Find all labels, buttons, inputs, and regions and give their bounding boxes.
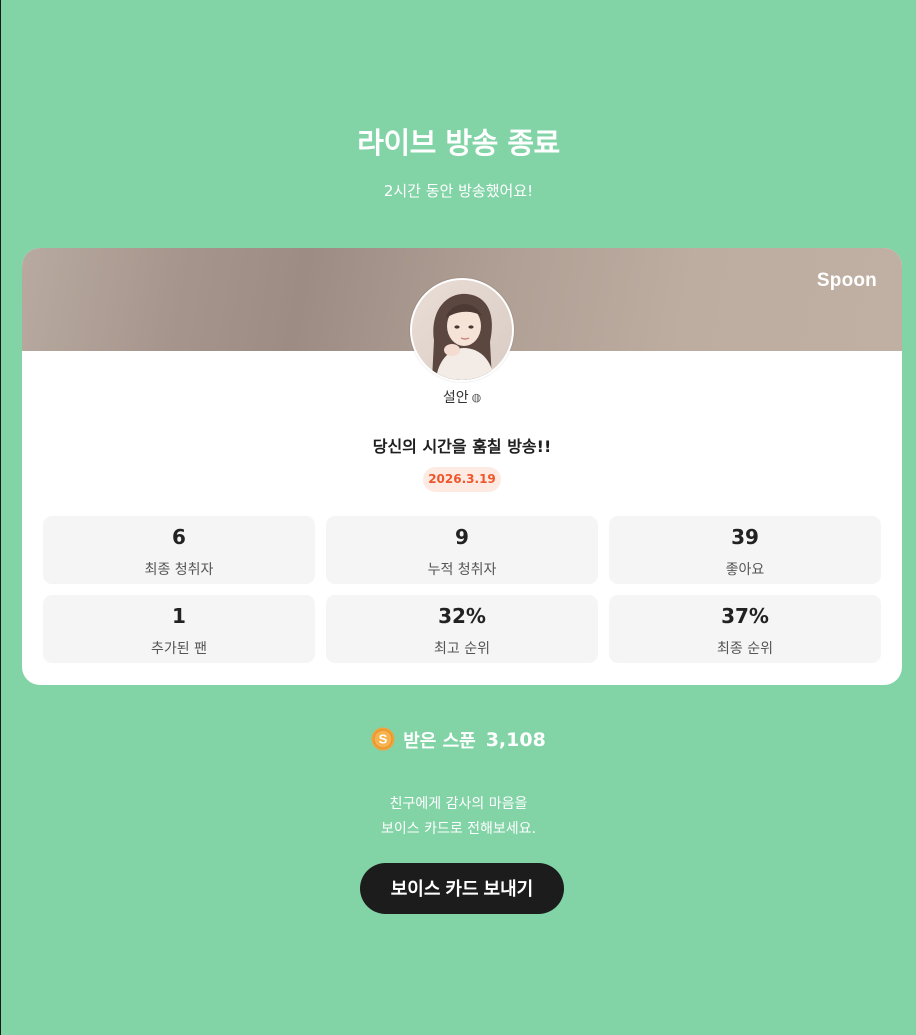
page-title: 라이브 방송 종료 (357, 126, 560, 160)
broadcast-date-badge: 2026.3.19 (423, 467, 501, 492)
stat-likes: 39 좋아요 (609, 516, 881, 584)
received-spoons: S 받은 스푼 3,108 (1, 727, 916, 755)
page-subtitle: 2시간 동안 방송했어요! (383, 182, 534, 200)
stat-new-fans: 1 추가된 팬 (43, 595, 315, 663)
stat-value: 9 (455, 525, 469, 549)
globe-icon: ◍ (471, 391, 482, 404)
stat-value: 32% (438, 604, 486, 628)
spoon-coin-icon: S (371, 727, 395, 750)
svg-text:S: S (379, 731, 388, 746)
stat-value: 37% (721, 604, 769, 628)
stat-value: 6 (172, 525, 186, 549)
stat-final-listeners: 6 최종 청취자 (43, 516, 315, 584)
thanks-line-2: 보이스 카드로 전해보세요. (380, 821, 537, 837)
stat-label: 추가된 팬 (151, 641, 207, 657)
host-name: 설안 (442, 390, 469, 406)
stat-label: 최종 순위 (717, 641, 773, 657)
broadcast-title: 당신의 시간을 훔칠 방송!! (372, 437, 552, 456)
stat-label: 누적 청취자 (427, 562, 497, 578)
stat-label: 최종 청취자 (144, 562, 214, 578)
avatar-image (412, 280, 512, 380)
stat-best-rank: 32% 최고 순위 (326, 595, 598, 663)
stat-value: 39 (731, 525, 759, 549)
thanks-line-1: 친구에게 감사의 마음을 (389, 796, 528, 812)
thanks-message: 친구에게 감사의 마음을 보이스 카드로 전해보세요. (1, 792, 916, 842)
broadcast-summary-card: Spoon 설안 ◍ 당신의 시간을 훔칠 방송!! 2026.3.19 6 최… (22, 248, 902, 685)
stat-value: 1 (172, 604, 186, 628)
stat-final-rank: 37% 최종 순위 (609, 595, 881, 663)
avatar[interactable] (410, 278, 514, 382)
stat-label: 최고 순위 (434, 641, 490, 657)
host-name-row[interactable]: 설안 ◍ (22, 387, 902, 407)
spoons-label: 받은 스푼 (403, 731, 476, 752)
stat-label: 좋아요 (725, 562, 765, 578)
spoons-count: 3,108 (485, 729, 546, 751)
stat-total-listeners: 9 누적 청취자 (326, 516, 598, 584)
brand-logo: Spoon (816, 270, 877, 291)
send-voice-card-button[interactable]: 보이스 카드 보내기 (360, 863, 564, 914)
